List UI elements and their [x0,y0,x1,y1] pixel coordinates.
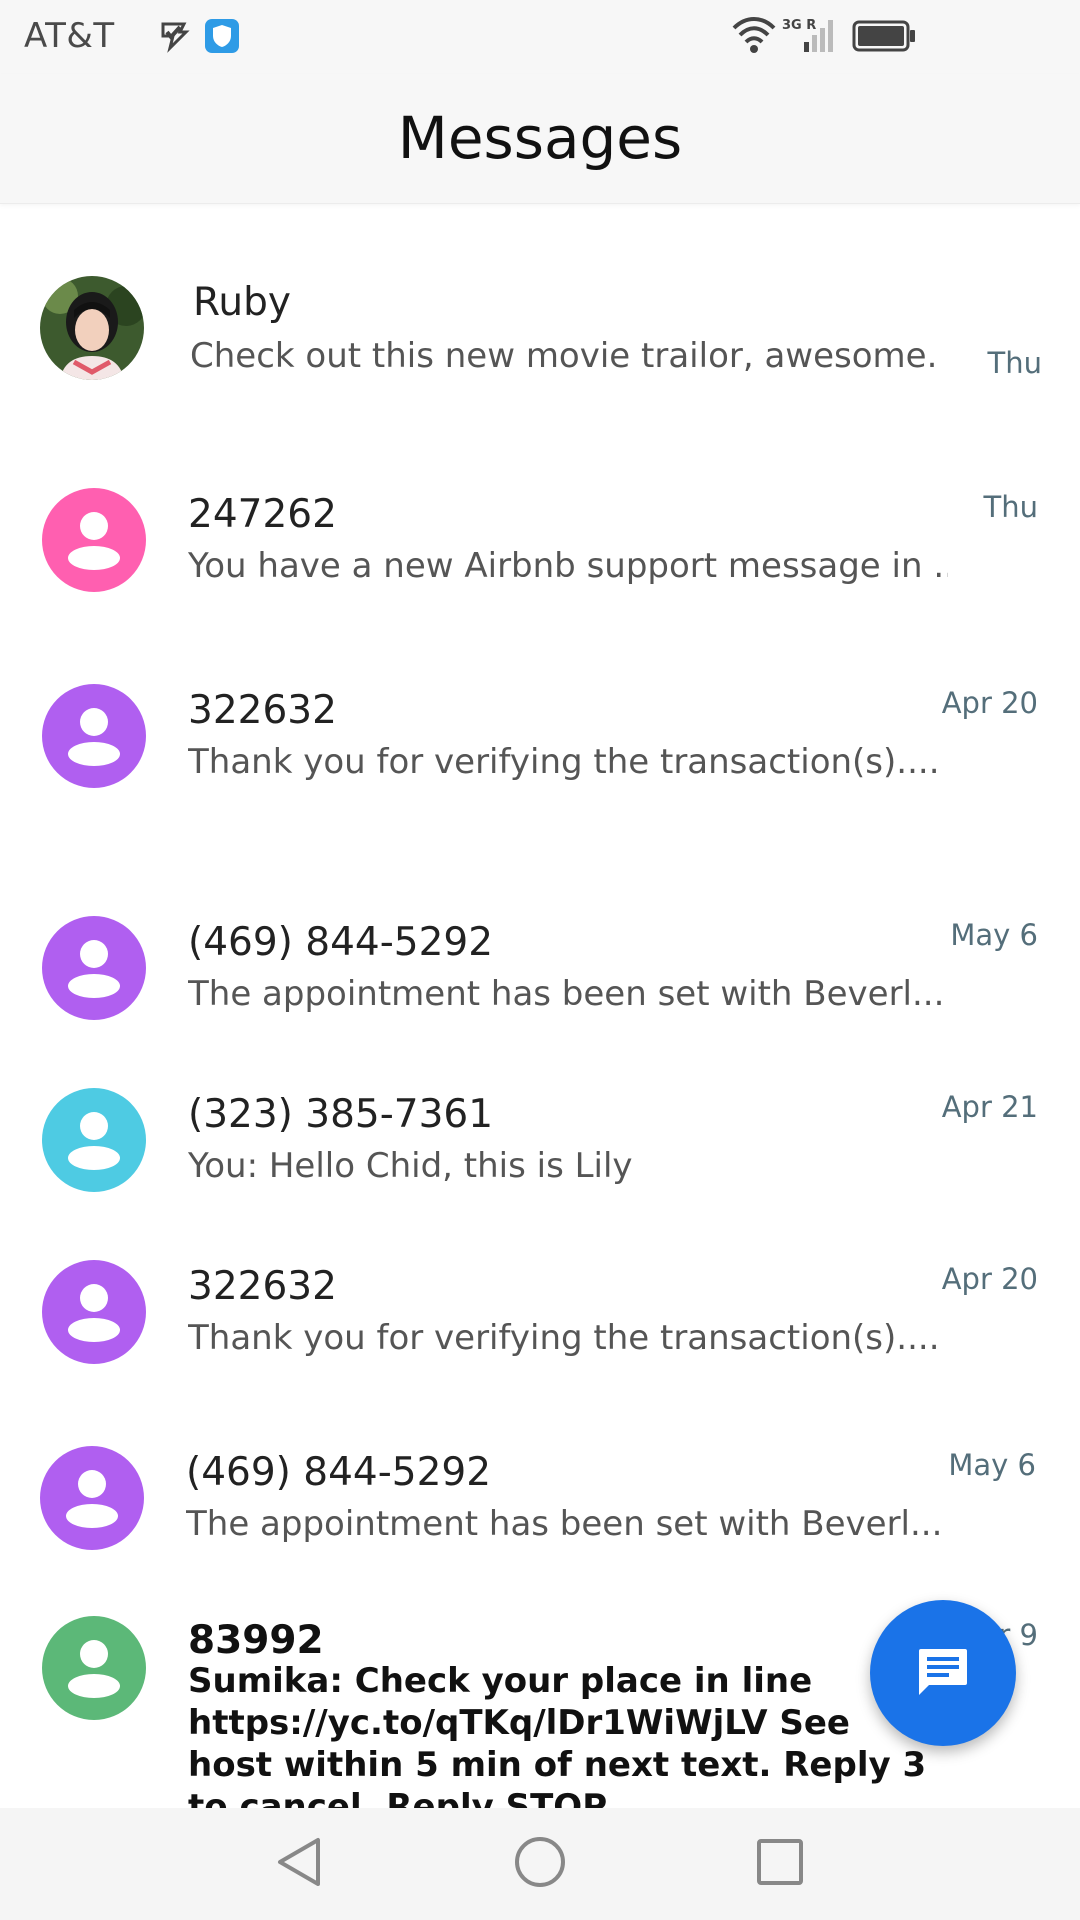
conversation-time: Apr 20 [941,686,1038,720]
network-type-label: 3G R [782,18,816,33]
conversation-snippet: The appointment has been set with Beverl… [188,974,945,1014]
page-title: Messages [397,104,683,172]
new-message-icon [915,1643,971,1703]
conversation-item-469-844-5292[interactable]: (469) 844-5292 The appointment has been … [0,898,1080,1048]
conversation-snippet: Check out this new movie trailor, awesom… [190,336,938,376]
conversation-snippet: The appointment has been set with Beverl… [186,1504,943,1544]
conversation-name: (469) 844-5292 [188,920,494,965]
conversation-name: 322632 [188,688,337,733]
wifi-icon [732,16,776,58]
person-avatar-icon [42,1260,146,1364]
conversation-time: May 6 [948,1448,1036,1482]
conversation-name: 83992 [188,1618,324,1663]
conversation-item-247262[interactable]: 247262 You have a new Airbnb support mes… [0,470,1080,620]
conversation-item-ruby[interactable]: Ruby Check out this new movie trailor, a… [0,250,1080,410]
conversation-time: Apr 21 [941,1090,1038,1124]
contact-photo-avatar [40,276,144,380]
new-message-button[interactable] [870,1600,1016,1746]
app-bar: Messages [0,74,1080,204]
conversation-snippet: Thank you for verifying the transaction(… [188,1318,940,1358]
conversation-snippet: You: Hello Chid, this is Lily [188,1146,633,1186]
person-avatar-icon [42,1616,146,1720]
person-avatar-icon [40,1446,144,1550]
conversation-snippet: Thank you for verifying the transaction(… [188,742,940,782]
signal-icon: 3G R [782,16,840,58]
conversation-name: 322632 [188,1264,337,1309]
conversation-name: 247262 [188,492,337,537]
carrier-label: AT&T [24,16,115,56]
conversation-item-322632-2[interactable]: 322632 Thank you for verifying the trans… [0,1242,1080,1392]
conversation-time: Thu [987,346,1042,380]
shield-icon [204,18,240,58]
check-notification-icon [160,18,190,58]
navigation-bar [0,1808,1080,1920]
person-avatar-icon [42,916,146,1020]
conversation-snippet: Sumika: Check your place in line https:/… [188,1661,927,1827]
person-avatar-icon [42,684,146,788]
conversation-time: Thu [983,490,1038,524]
conversation-item-322632[interactable]: 322632 Thank you for verifying the trans… [0,666,1080,816]
status-bar: AT&T 3G R [0,0,1080,74]
conversation-time: May 6 [950,918,1038,952]
conversation-item-469-844-5292-2[interactable]: (469) 844-5292 The appointment has been … [0,1428,1080,1578]
person-avatar-icon [42,488,146,592]
conversation-name: (323) 385-7361 [188,1092,494,1137]
home-circle-icon[interactable] [512,1834,568,1894]
person-avatar-icon [42,1088,146,1192]
battery-icon [852,20,916,56]
conversation-name: (469) 844-5292 [186,1450,492,1495]
conversation-snippet: You have a new Airbnb support message in… [188,546,948,586]
conversation-name: Ruby [193,280,291,325]
recents-square-icon[interactable] [752,1834,808,1894]
back-triangle-icon[interactable] [272,1834,328,1894]
conversation-item-323-385-7361[interactable]: (323) 385-7361 You: Hello Chid, this is … [0,1070,1080,1220]
conversation-time: Apr 20 [941,1262,1038,1296]
